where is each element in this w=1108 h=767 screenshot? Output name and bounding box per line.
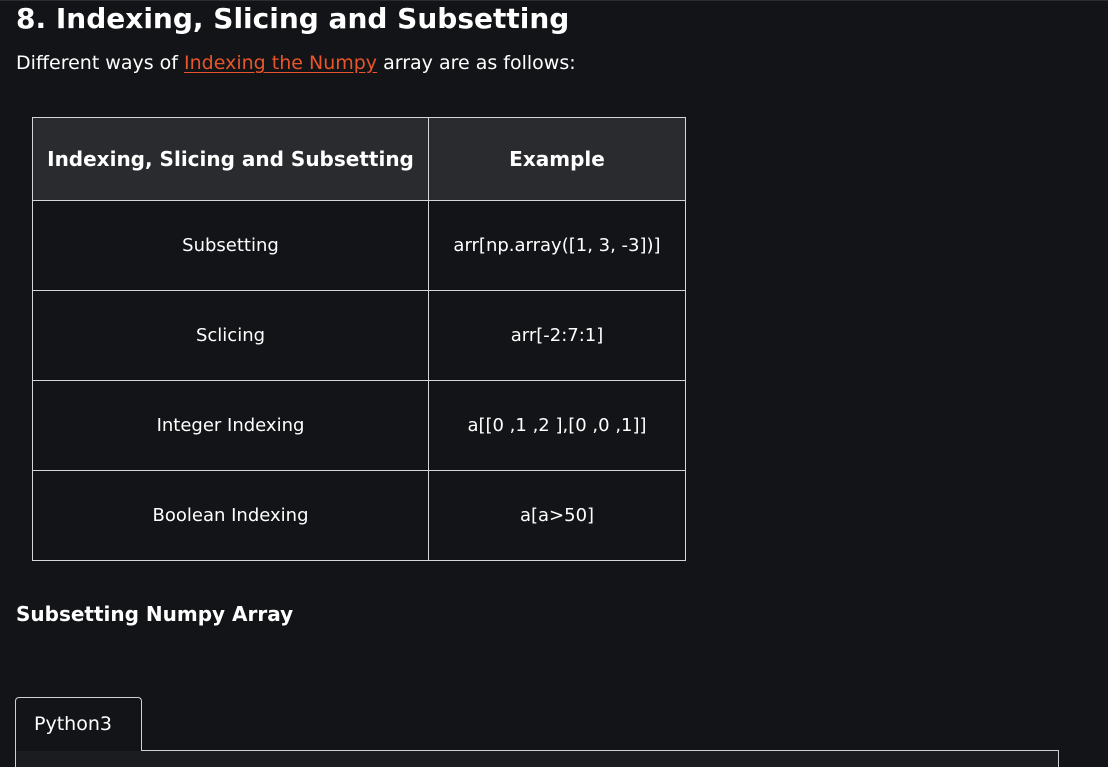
code-language-tab[interactable]: Python3 xyxy=(15,697,142,751)
code-tab-label: Python3 xyxy=(34,713,112,735)
table-cell-example: arr[-2:7:1] xyxy=(428,290,686,381)
table-row: Integer Indexing a[[0 ,1 ,2 ],[0 ,0 ,1]] xyxy=(32,380,686,471)
table-cell-method: Boolean Indexing xyxy=(32,470,429,561)
table-cell-method: Subsetting xyxy=(32,200,429,291)
table-cell-method: Sclicing xyxy=(32,290,429,381)
table-header-method: Indexing, Slicing and Subsetting xyxy=(32,117,429,201)
table-header-row: Indexing, Slicing and Subsetting Example xyxy=(32,117,686,201)
code-block xyxy=(15,750,1059,767)
intro-paragraph: Different ways of Indexing the Numpy arr… xyxy=(16,48,576,78)
table-cell-example: arr[np.array([1, 3, -3])] xyxy=(428,200,686,291)
article-page: 8. Indexing, Slicing and Subsetting Diff… xyxy=(0,0,1108,767)
table-row: Boolean Indexing a[a>50] xyxy=(32,470,686,561)
section-title: 8. Indexing, Slicing and Subsetting xyxy=(16,2,570,35)
intro-text-before: Different ways of xyxy=(16,52,185,74)
indexing-numpy-link[interactable]: Indexing the Numpy xyxy=(184,52,377,74)
subsection-title: Subsetting Numpy Array xyxy=(16,602,294,626)
intro-text-after: array are as follows: xyxy=(377,52,576,74)
table-cell-method: Integer Indexing xyxy=(32,380,429,471)
table-row: Sclicing arr[-2:7:1] xyxy=(32,290,686,381)
table-cell-example: a[a>50] xyxy=(428,470,686,561)
table-cell-example: a[[0 ,1 ,2 ],[0 ,0 ,1]] xyxy=(428,380,686,471)
table-header-example: Example xyxy=(428,117,686,201)
indexing-methods-table: Indexing, Slicing and Subsetting Example… xyxy=(32,117,686,561)
table-row: Subsetting arr[np.array([1, 3, -3])] xyxy=(32,200,686,291)
